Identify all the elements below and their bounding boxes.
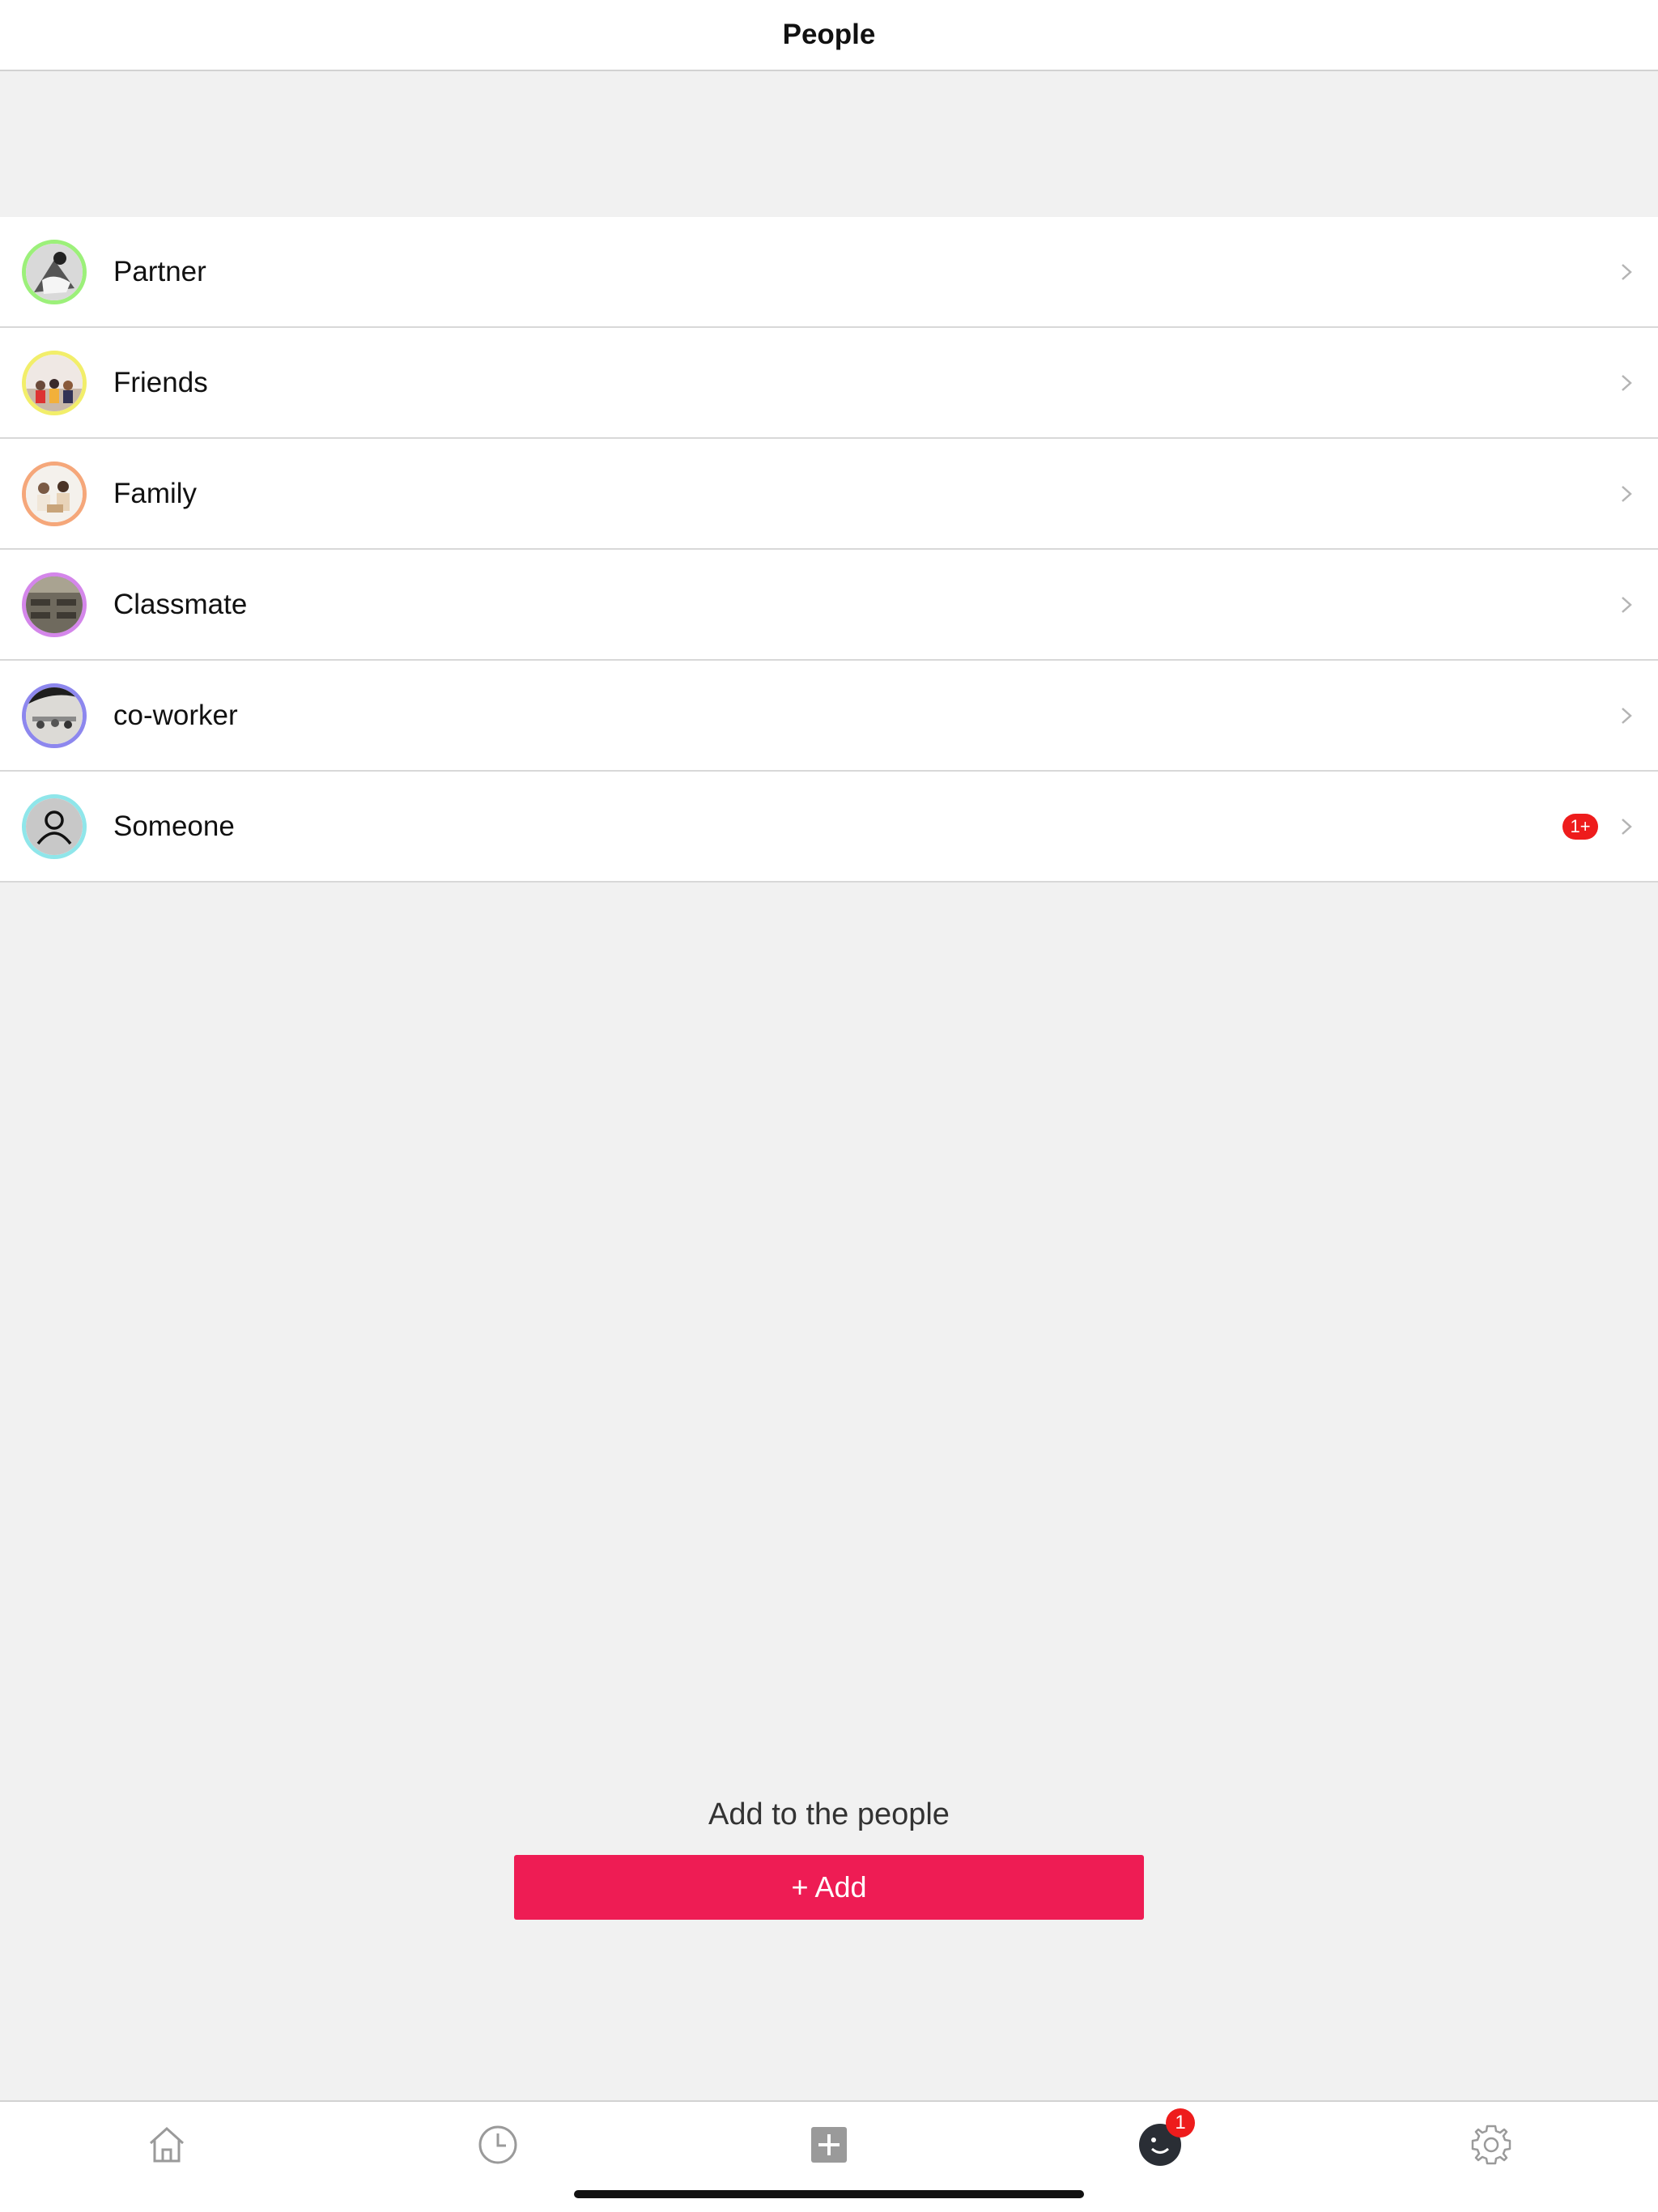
- clock-icon: [478, 2125, 517, 2164]
- list-item-label: Family: [113, 477, 198, 509]
- people-list: Partner Friends Family Classmate co-work…: [0, 217, 1658, 883]
- list-item-label: Partner: [113, 255, 206, 287]
- plus-square-icon: [811, 2127, 847, 2163]
- nav-bar: People: [0, 0, 1658, 71]
- list-item-classmate[interactable]: Classmate: [0, 550, 1658, 661]
- family-avatar: [22, 461, 87, 526]
- list-item-label: Friends: [113, 366, 208, 398]
- list-item-label: Someone: [113, 810, 235, 842]
- coworker-avatar: [22, 683, 87, 748]
- list-item-label: Classmate: [113, 588, 248, 620]
- list-item-co-worker[interactable]: co-worker: [0, 661, 1658, 772]
- partner-avatar: [22, 239, 87, 304]
- list-item-partner[interactable]: Partner: [0, 217, 1658, 328]
- list-item-label: co-worker: [113, 699, 238, 731]
- tab-add[interactable]: [801, 2116, 857, 2173]
- tab-history[interactable]: [470, 2116, 526, 2173]
- page-title: People: [782, 19, 876, 50]
- tab-people[interactable]: 1: [1132, 2108, 1195, 2173]
- chevron-right-icon: [1622, 707, 1632, 724]
- list-item-family[interactable]: Family: [0, 439, 1658, 550]
- chevron-right-icon: [1622, 596, 1632, 613]
- list-item-friends[interactable]: Friends: [0, 328, 1658, 439]
- list-item-someone[interactable]: Someone 1+: [0, 772, 1658, 883]
- chevron-right-icon: [1622, 485, 1632, 502]
- tab-settings[interactable]: [1463, 2116, 1520, 2173]
- home-icon: [149, 2126, 185, 2163]
- tab-badge: 1: [1166, 2108, 1195, 2138]
- home-indicator: [574, 2190, 1084, 2198]
- add-button[interactable]: + Add: [514, 1855, 1144, 1920]
- chevron-right-icon: [1622, 374, 1632, 391]
- add-caption: Add to the people: [708, 1797, 950, 1831]
- chevron-right-icon: [1622, 263, 1632, 280]
- notification-badge: 1+: [1562, 813, 1598, 840]
- gear-icon: [1471, 2125, 1511, 2165]
- chevron-right-icon: [1622, 818, 1632, 835]
- person-icon: [22, 793, 87, 859]
- friends-avatar: [22, 350, 87, 415]
- tab-home[interactable]: [138, 2116, 195, 2173]
- classmate-avatar: [22, 572, 87, 637]
